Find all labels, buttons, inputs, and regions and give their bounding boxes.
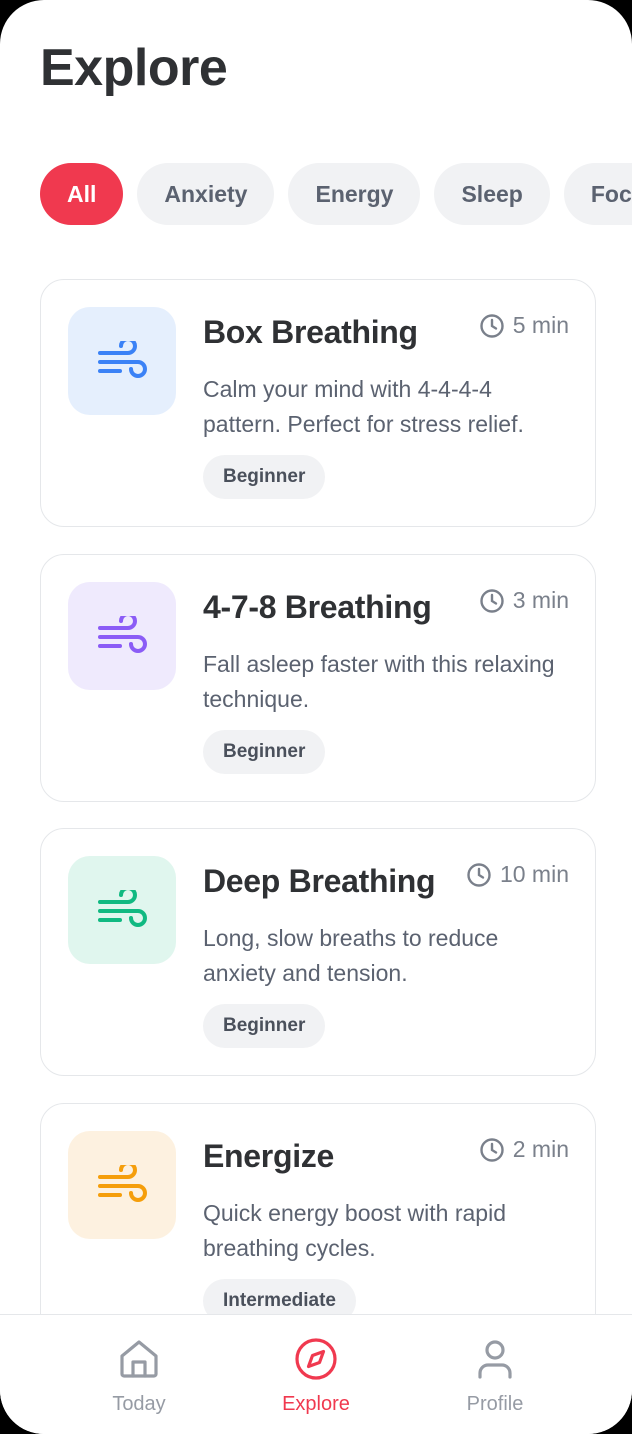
wind-icon xyxy=(68,856,176,964)
duration-label: 10 min xyxy=(499,861,569,887)
user-icon xyxy=(478,1340,512,1379)
exercise-card-box-breathing[interactable]: Box Breathing 5 min Calm your mind with … xyxy=(40,279,596,527)
duration: 3 min xyxy=(479,587,569,614)
clock-icon xyxy=(480,588,504,613)
duration-label: 5 min xyxy=(512,312,569,338)
exercise-title: Box Breathing xyxy=(203,314,418,350)
level-badge: Beginner xyxy=(203,730,326,774)
tab-today[interactable]: Today xyxy=(69,1337,209,1416)
exercise-description: Quick energy boost with rapid breathing … xyxy=(203,1200,506,1261)
tab-label: Profile xyxy=(466,1393,524,1415)
level-badge: Beginner xyxy=(203,455,326,499)
filter-chip-energy[interactable]: Energy xyxy=(288,163,421,225)
clock-icon xyxy=(480,1137,504,1162)
wind-icon xyxy=(68,582,176,690)
home-icon xyxy=(120,1340,158,1378)
clock-icon xyxy=(467,862,491,887)
tab-profile[interactable]: Profile xyxy=(425,1337,565,1416)
filter-chip-all[interactable]: All xyxy=(40,163,124,225)
duration: 5 min xyxy=(479,312,569,339)
phone-screen: Explore All Anxiety Energy Sleep Focus B… xyxy=(0,0,632,1434)
page-title: Explore xyxy=(40,39,228,97)
exercise-description: Fall asleep faster with this relaxing te… xyxy=(203,651,555,712)
wind-icon xyxy=(68,307,176,415)
bottom-tab-bar: Today Explore Profile xyxy=(0,1314,632,1434)
level-badge: Beginner xyxy=(203,1004,326,1048)
exercise-description: Long, slow breaths to reduce anxiety and… xyxy=(203,925,499,986)
exercise-card-478-breathing[interactable]: 4-7-8 Breathing 3 min Fall asleep faster… xyxy=(40,554,596,802)
wind-icon xyxy=(68,1131,176,1239)
exercise-description: Calm your mind with 4-4-4-4 pattern. Per… xyxy=(203,376,524,437)
duration: 2 min xyxy=(479,1136,569,1163)
compass-icon xyxy=(295,1338,337,1380)
clock-icon xyxy=(480,313,504,338)
exercise-title: Energize xyxy=(203,1138,334,1174)
filter-chip-sleep[interactable]: Sleep xyxy=(434,163,550,225)
exercise-title: Deep Breathing xyxy=(203,863,436,899)
filter-chip-focus[interactable]: Focus xyxy=(563,163,632,225)
duration: 10 min xyxy=(466,861,569,888)
tab-explore[interactable]: Explore xyxy=(246,1337,386,1416)
tab-label: Today xyxy=(112,1393,166,1415)
filter-chip-anxiety[interactable]: Anxiety xyxy=(137,163,275,225)
duration-label: 3 min xyxy=(512,587,569,613)
filter-chips: All Anxiety Energy Sleep Focus xyxy=(40,163,632,225)
exercise-card-deep-breathing[interactable]: Deep Breathing 10 min Long, slow breaths… xyxy=(40,828,596,1076)
duration-label: 2 min xyxy=(512,1136,569,1162)
exercise-title: 4-7-8 Breathing xyxy=(203,589,432,625)
tab-label: Explore xyxy=(282,1393,350,1415)
